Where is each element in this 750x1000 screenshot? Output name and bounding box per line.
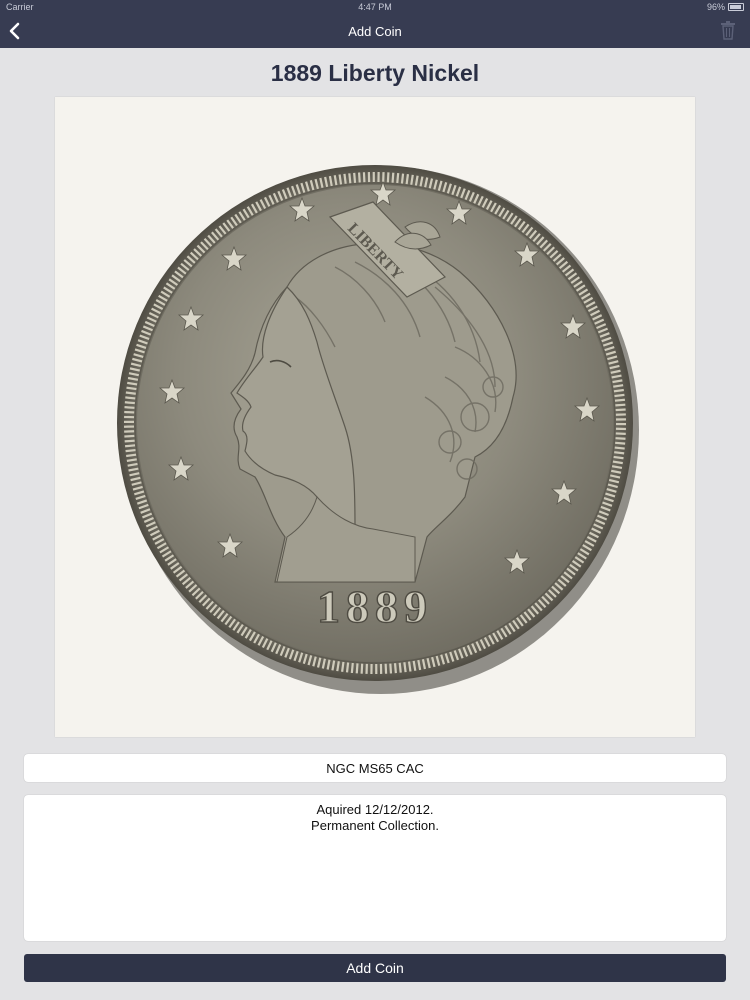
grade-field[interactable]: NGC MS65 CAC (24, 754, 726, 782)
status-bar: Carrier 4:47 PM 96% (0, 0, 750, 14)
notes-field[interactable]: Aquired 12/12/2012. Permanent Collection… (24, 795, 726, 941)
notes-line: Aquired 12/12/2012. (316, 802, 434, 817)
nav-title: Add Coin (348, 24, 402, 39)
notes-line: Permanent Collection. (311, 818, 439, 833)
add-coin-button[interactable]: Add Coin (24, 954, 726, 982)
coin-image[interactable]: LIBERTY 1889 (55, 97, 695, 737)
battery-percent: 96% (706, 2, 725, 12)
coin-title: 1889 Liberty Nickel (270, 60, 480, 86)
battery-indicator: 96% (707, 2, 744, 12)
trash-icon[interactable] (720, 20, 736, 40)
liberty-nickel-coin-image: LIBERTY 1889 (117, 165, 639, 694)
add-coin-label: Add Coin (346, 960, 404, 976)
grade-value: NGC MS65 CAC (326, 760, 424, 776)
battery-icon (728, 3, 744, 11)
navigation-bar: Carrier 4:47 PM 96% Add Coin (0, 0, 750, 48)
status-time: 4:47 PM (358, 2, 392, 12)
coin-year: 1889 (317, 581, 433, 632)
